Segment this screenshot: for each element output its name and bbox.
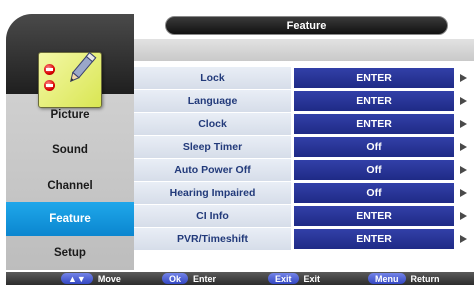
ok-key-badge: Ok: [162, 273, 189, 284]
sidebar-item-label: Sound: [52, 144, 88, 156]
chevron-right-icon[interactable]: [460, 212, 467, 220]
chevron-right-icon[interactable]: [460, 166, 467, 174]
menu-key-badge: Menu: [368, 273, 406, 284]
sidebar-item-feature[interactable]: Feature: [6, 202, 134, 236]
sidebar-item-label: Setup: [54, 247, 86, 259]
option-row-pvr-timeshift[interactable]: PVR/Timeshift ENTER: [134, 228, 474, 251]
option-label: Clock: [134, 113, 291, 136]
option-label: Language: [134, 90, 291, 113]
sidebar-item-label: Feature: [49, 213, 91, 225]
sidebar-item-picture[interactable]: Picture: [6, 98, 134, 132]
option-value[interactable]: Off: [294, 137, 454, 157]
chevron-right-icon[interactable]: [460, 235, 467, 243]
sidebar-icon-panel: [6, 14, 134, 108]
option-row-hearing-impaired[interactable]: Hearing Impaired Off: [134, 182, 474, 205]
option-label: Lock: [134, 67, 291, 90]
option-label: CI Info: [134, 205, 291, 228]
option-value[interactable]: ENTER: [294, 229, 454, 249]
hint-exit: Exit Exit: [268, 272, 320, 285]
chevron-right-icon[interactable]: [460, 97, 467, 105]
sidebar-item-channel[interactable]: Channel: [6, 169, 134, 203]
sidebar-item-label: Channel: [47, 180, 93, 192]
exit-key-badge: Exit: [268, 273, 299, 284]
category-sidebar: Picture Sound Channel Feature Setup: [6, 14, 134, 270]
chevron-right-icon[interactable]: [460, 189, 467, 197]
hint-return: Menu Return: [368, 272, 440, 285]
option-row-auto-power-off[interactable]: Auto Power Off Off: [134, 159, 474, 182]
hint-label: Return: [410, 273, 440, 284]
option-value[interactable]: ENTER: [294, 114, 454, 134]
header-band: [134, 39, 474, 61]
sidebar-item-label: Picture: [50, 109, 90, 121]
sidebar-item-setup[interactable]: Setup: [6, 236, 134, 270]
option-value[interactable]: Off: [294, 183, 454, 203]
option-label: Sleep Timer: [134, 136, 291, 159]
hint-label: Move: [97, 273, 121, 284]
sidebar-item-sound[interactable]: Sound: [6, 133, 134, 167]
red-pin-icon: [44, 80, 55, 91]
hint-enter: Ok Enter: [162, 272, 216, 285]
chevron-right-icon[interactable]: [460, 143, 467, 151]
key-hint-bar: ▲▼ Move Ok Enter Exit Exit Menu Return: [6, 272, 474, 285]
option-row-ci-info[interactable]: CI Info ENTER: [134, 205, 474, 228]
options-list: Lock ENTER Language ENTER Clock ENTER Sl…: [134, 67, 474, 251]
option-value[interactable]: ENTER: [294, 206, 454, 226]
chevron-right-icon[interactable]: [460, 120, 467, 128]
hint-move: ▲▼ Move: [61, 272, 121, 285]
arrow-keys-icon: ▲▼: [61, 273, 93, 284]
option-value[interactable]: ENTER: [294, 91, 454, 111]
page-title: Feature: [165, 16, 448, 35]
option-label: Hearing Impaired: [134, 182, 291, 205]
red-pin-icon: [44, 64, 55, 75]
option-value[interactable]: ENTER: [294, 68, 454, 88]
option-value[interactable]: Off: [294, 160, 454, 180]
chevron-right-icon[interactable]: [460, 74, 467, 82]
option-row-sleep-timer[interactable]: Sleep Timer Off: [134, 136, 474, 159]
hint-label: Exit: [303, 273, 321, 284]
option-label: PVR/Timeshift: [134, 228, 291, 251]
option-row-language[interactable]: Language ENTER: [134, 90, 474, 113]
hint-label: Enter: [193, 273, 217, 284]
pencil-icon: [69, 51, 97, 83]
option-label: Auto Power Off: [134, 159, 291, 182]
option-row-clock[interactable]: Clock ENTER: [134, 113, 474, 136]
option-row-lock[interactable]: Lock ENTER: [134, 67, 474, 90]
